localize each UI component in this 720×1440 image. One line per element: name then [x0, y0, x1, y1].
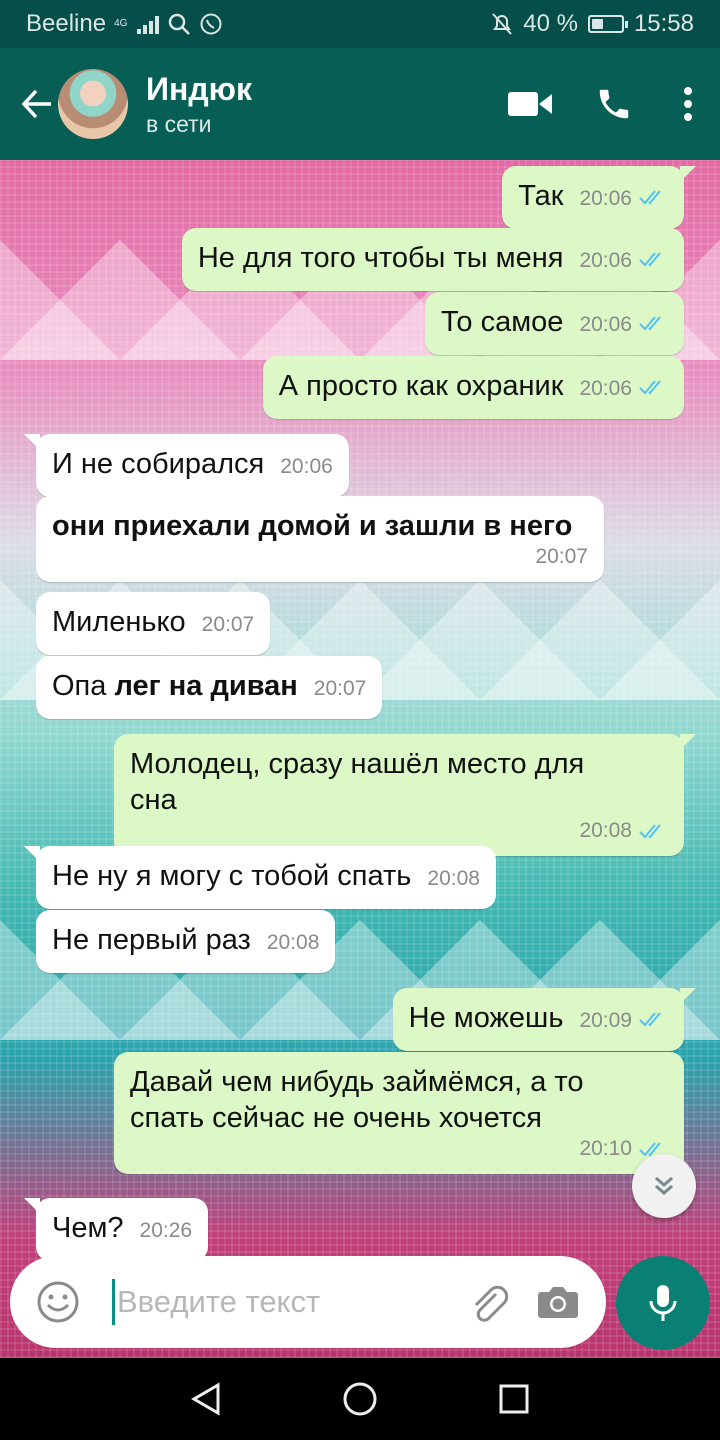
more-vert-icon — [684, 87, 692, 121]
message-time: 20:09 — [579, 1009, 632, 1032]
message-text: Опа — [52, 670, 107, 702]
message-time: 20:06 — [579, 249, 632, 272]
message-outgoing[interactable]: Не для того чтобы ты меня 20:06 — [181, 228, 684, 291]
nav-back-icon[interactable] — [190, 1382, 222, 1416]
read-ticks-icon — [639, 190, 661, 205]
message-incoming[interactable]: Не ну я могу с тобой спать 20:08 — [24, 846, 496, 909]
message-text: А просто как охраник — [278, 370, 564, 402]
message-text: спать сейчас не очень хочется — [130, 1102, 542, 1134]
carrier-label: Beeline — [26, 10, 107, 37]
mute-bell-icon — [492, 13, 512, 35]
text-cursor — [112, 1279, 115, 1325]
battery-icon — [587, 15, 628, 33]
message-incoming[interactable]: И не собирался 20:06 — [24, 434, 349, 497]
message-text: То самое — [440, 306, 564, 338]
search-icon — [169, 13, 191, 35]
message-time: 20:08 — [266, 931, 320, 954]
emoji-icon — [37, 1281, 79, 1323]
video-call-icon — [508, 92, 552, 116]
message-time: 20:26 — [139, 1219, 193, 1242]
message-time: 20:06 — [579, 187, 632, 210]
message-outgoing[interactable]: Молодец, сразу нашёл место для сна 20:08 — [114, 734, 696, 856]
back-arrow-icon — [21, 89, 51, 119]
message-meta: 20:08 — [130, 818, 668, 844]
nav-recents-icon[interactable] — [498, 1383, 530, 1415]
message-input-bar: Введите текст — [10, 1256, 606, 1348]
message-incoming[interactable]: Чем? 20:26 — [23, 1198, 209, 1261]
message-outgoing[interactable]: Не можешь 20:09 — [392, 988, 697, 1051]
contact-status: в сети — [146, 111, 212, 137]
nav-home-icon[interactable] — [342, 1381, 378, 1417]
read-ticks-icon — [639, 252, 661, 267]
message-outgoing[interactable]: То самое 20:06 — [424, 292, 684, 355]
message-text: Не первый раз — [52, 924, 251, 956]
voice-message-button[interactable] — [616, 1256, 710, 1350]
more-options-button[interactable] — [656, 69, 720, 139]
read-ticks-icon — [639, 824, 661, 839]
message-outgoing[interactable]: А просто как охраник 20:06 — [262, 356, 684, 419]
message-time: 20:06 — [579, 377, 632, 400]
message-incoming[interactable]: они приехали домой и зашли в него 20:07 — [36, 496, 604, 582]
message-incoming[interactable]: Миленько 20:07 — [36, 592, 271, 655]
camera-button[interactable] — [530, 1274, 586, 1330]
voice-call-button[interactable] — [572, 69, 656, 139]
message-time: 20:10 — [579, 1137, 632, 1160]
video-call-button[interactable] — [488, 69, 572, 139]
read-ticks-icon — [639, 1012, 661, 1027]
message-time: 20:07 — [313, 677, 367, 700]
contact-avatar[interactable] — [58, 69, 128, 139]
read-ticks-icon — [639, 316, 661, 331]
message-text: Чем? — [52, 1212, 124, 1244]
read-ticks-icon — [639, 380, 661, 395]
mic-icon — [649, 1285, 677, 1321]
emoji-button[interactable] — [30, 1274, 86, 1330]
message-text: они приехали домой и зашли в него — [52, 510, 573, 542]
message-time: 20:07 — [535, 545, 588, 568]
message-meta: 20:10 — [130, 1136, 668, 1162]
system-nav-bar — [0, 1358, 720, 1440]
message-time: 20:07 — [201, 613, 255, 636]
message-time: 20:06 — [579, 313, 632, 336]
message-text: Так — [518, 180, 564, 212]
message-text: Не ну я могу с тобой спать — [52, 860, 412, 892]
message-input[interactable]: Введите текст — [117, 1284, 460, 1320]
contact-info[interactable]: Индюк в сети — [146, 69, 488, 139]
message-text: Не для того чтобы ты меня — [197, 242, 564, 274]
message-outgoing[interactable]: Давай чем нибудь займёмся, а то спать се… — [114, 1052, 684, 1174]
message-text: Миленько — [52, 606, 186, 638]
phone-icon — [599, 89, 629, 119]
message-text: Давай чем нибудь займёмся, а то — [130, 1066, 584, 1098]
whatsapp-icon — [200, 13, 222, 35]
attach-icon — [474, 1285, 509, 1322]
attach-button[interactable] — [460, 1274, 516, 1330]
contact-name: Индюк — [146, 71, 252, 107]
message-time: 20:06 — [280, 455, 333, 478]
message-text: сна — [130, 784, 177, 816]
message-time: 20:08 — [579, 819, 632, 842]
message-text: Молодец, сразу нашёл место для — [130, 748, 585, 780]
camera-icon — [538, 1287, 578, 1318]
chat-area[interactable]: Так 20:06 Не для того чтобы ты меня 20:06 … — [0, 160, 720, 1358]
message-text: И не собирался — [52, 448, 265, 480]
chat-header: Индюк в сети — [0, 48, 720, 160]
scroll-down-button[interactable] — [632, 1154, 696, 1218]
signal-icon — [137, 14, 160, 34]
message-incoming[interactable]: Не первый раз 20:08 — [36, 910, 336, 973]
message-time: 20:08 — [427, 867, 480, 890]
message-text-bold: лег на диван — [114, 670, 298, 702]
network-type-label: 4G — [114, 18, 128, 29]
clock: 15:58 — [633, 10, 694, 37]
message-incoming[interactable]: Опа лег на диван 20:07 — [36, 656, 383, 719]
status-bar: Beeline 4G 40 % 15:58 — [0, 0, 720, 48]
back-button[interactable] — [10, 74, 64, 134]
message-text: Не можешь — [408, 1002, 564, 1034]
scroll-down-icon — [655, 1176, 673, 1195]
message-outgoing[interactable]: Так 20:06 — [502, 166, 696, 229]
battery-percent: 40 % — [523, 10, 578, 37]
